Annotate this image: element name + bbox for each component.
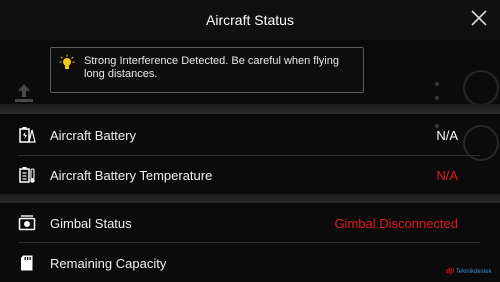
watermark-text: Tekniikdestek: [455, 269, 492, 275]
page-title: Aircraft Status: [206, 12, 294, 28]
battery-temperature-icon: [18, 166, 36, 184]
close-icon[interactable]: [470, 9, 488, 27]
row-label: Gimbal Status: [50, 216, 132, 231]
battery-icon: [18, 126, 36, 144]
row-remaining-capacity[interactable]: Remaining Capacity: [0, 244, 500, 282]
section-separator: [0, 104, 500, 114]
lightbulb-icon: [59, 54, 75, 70]
header-bar: Aircraft Status: [0, 0, 500, 40]
section-separator: [0, 194, 500, 203]
watermark-brand: dji: [446, 268, 455, 275]
gimbal-icon: [18, 214, 36, 232]
row-value: N/A: [436, 168, 458, 183]
row-value: N/A: [436, 128, 458, 143]
row-aircraft-battery[interactable]: Aircraft Battery N/A: [0, 116, 500, 154]
alert-message: Strong Interference Detected. Be careful…: [84, 55, 339, 80]
row-label: Aircraft Battery Temperature: [50, 168, 213, 183]
row-value: Gimbal Disconnected: [334, 216, 458, 231]
background-circle: [463, 70, 499, 106]
watermark: dji Tekniikdestek: [446, 268, 492, 275]
row-label: Remaining Capacity: [50, 256, 167, 271]
sd-card-icon: [18, 254, 36, 272]
close-button[interactable]: [470, 9, 488, 27]
interference-alert: Strong Interference Detected. Be careful…: [50, 47, 364, 93]
background-upload-icon: [12, 82, 36, 104]
row-divider: [18, 242, 480, 243]
row-aircraft-battery-temperature[interactable]: Aircraft Battery Temperature N/A: [0, 156, 500, 194]
row-label: Aircraft Battery: [50, 128, 136, 143]
row-gimbal-status[interactable]: Gimbal Status Gimbal Disconnected: [0, 204, 500, 242]
